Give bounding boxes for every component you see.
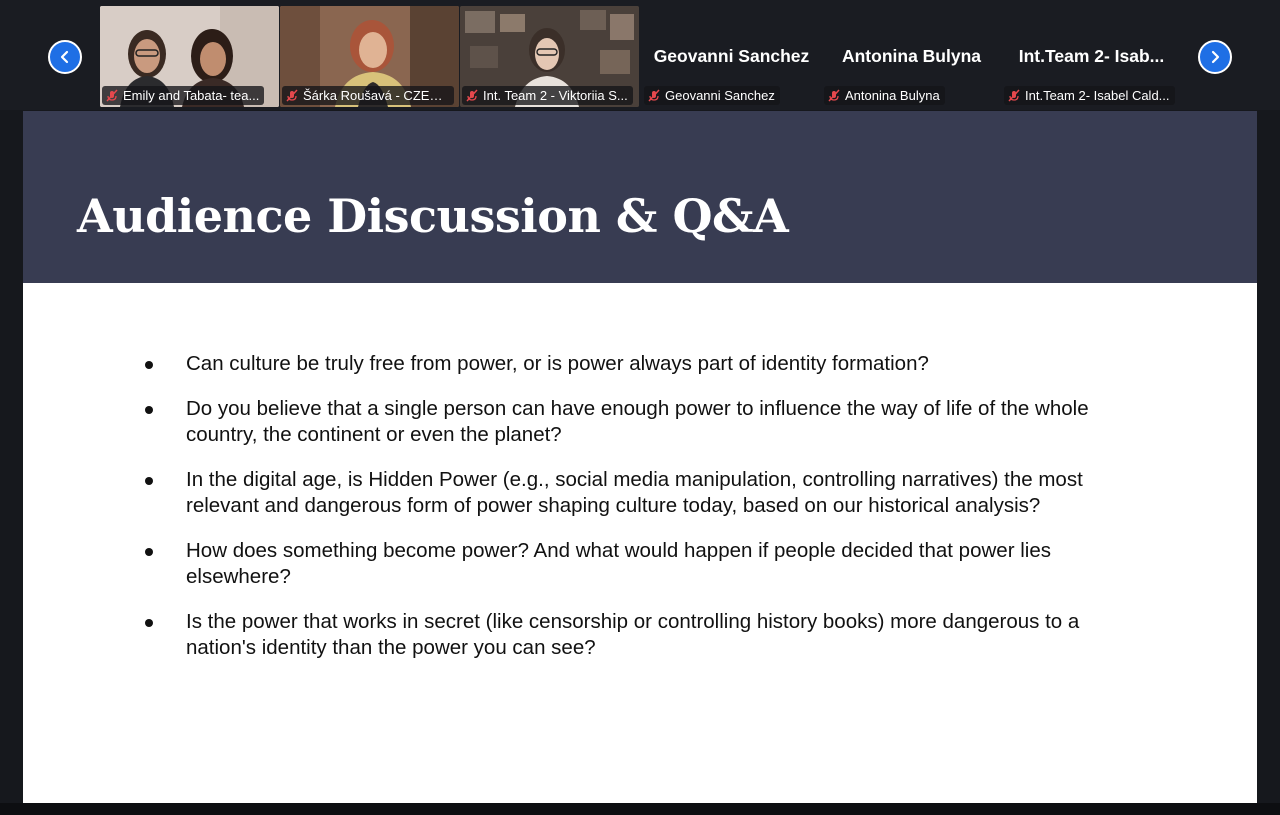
mic-muted-icon — [106, 88, 118, 102]
participant-name: Antonina Bulyna — [845, 88, 940, 103]
slide-bullet: How does something become power? And wha… — [140, 538, 1150, 591]
participant-name: Int. Team 2 - Viktoriia S... — [483, 88, 628, 103]
participant-name: Šárka Roušavá - CZEC... — [303, 88, 449, 103]
mic-muted-icon — [466, 88, 478, 102]
slide-bullet: Can culture be truly free from power, or… — [140, 351, 1150, 378]
mic-muted-icon — [828, 88, 840, 102]
bullet-text: Is the power that works in secret (like … — [186, 609, 1080, 660]
slide-header: Audience Discussion & Q&A — [23, 111, 1257, 283]
mic-muted-icon — [286, 88, 298, 102]
slide-title: Audience Discussion & Q&A — [77, 189, 789, 243]
slide-bullet: Is the power that works in secret (like … — [140, 609, 1150, 662]
bullet-text: Do you believe that a single person can … — [186, 396, 1089, 447]
participant-name: Int.Team 2- Isabel Cald... — [1025, 88, 1170, 103]
slide-bullet: Do you believe that a single person can … — [140, 396, 1150, 449]
participant-tile[interactable]: Int. Team 2 - Viktoriia S... — [460, 6, 639, 107]
mic-muted-icon — [648, 88, 660, 102]
participant-name: Geovanni Sanchez — [665, 88, 775, 103]
participant-tile[interactable]: Geovanni Sanchez Geovanni Sanchez — [642, 6, 821, 107]
participant-display-name: Antonina Bulyna — [841, 46, 982, 66]
chevron-right-icon — [1211, 50, 1220, 64]
bullet-dot — [145, 405, 153, 414]
bullet-text: Can culture be truly free from power, or… — [186, 352, 929, 375]
participant-display-name: Int.Team 2- Isab... — [1018, 46, 1165, 66]
bullet-text: In the digital age, is Hidden Power (e.g… — [186, 467, 1083, 518]
participant-name: Emily and Tabata- tea... — [123, 88, 260, 103]
shared-slide: Audience Discussion & Q&A Can culture be… — [23, 111, 1257, 803]
bullet-dot — [145, 618, 153, 627]
bullet-dot — [145, 547, 153, 556]
participant-tile[interactable]: Int.Team 2- Isab... Int.Team 2- Isabel C… — [1002, 6, 1181, 107]
bullet-dot — [145, 476, 153, 485]
bullet-dot — [145, 361, 153, 369]
bottom-bar — [0, 803, 1280, 815]
mic-muted-icon — [1008, 88, 1020, 102]
participant-tile[interactable]: Šárka Roušavá - CZEC... — [280, 6, 459, 107]
previous-participants-button[interactable] — [48, 40, 82, 74]
participant-strip: Emily and Tabata- tea... Šárka Roušavá -… — [0, 0, 1280, 110]
chevron-left-icon — [60, 50, 69, 64]
next-participants-button[interactable] — [1198, 40, 1232, 74]
participant-tile[interactable]: Antonina Bulyna Antonina Bulyna — [822, 6, 1001, 107]
slide-bullet-list: Can culture be truly free from power, or… — [140, 351, 1150, 680]
participant-tile[interactable]: Emily and Tabata- tea... — [100, 6, 279, 107]
slide-bullet: In the digital age, is Hidden Power (e.g… — [140, 467, 1150, 520]
participant-display-name: Geovanni Sanchez — [653, 46, 810, 66]
bullet-text: How does something become power? And wha… — [186, 538, 1051, 589]
